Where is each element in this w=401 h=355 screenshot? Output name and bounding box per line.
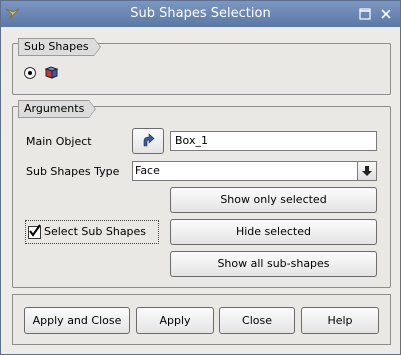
sub-shapes-radio[interactable] [24, 67, 36, 79]
checkmark-icon [29, 224, 41, 237]
apply-and-close-button[interactable]: Apply and Close [24, 307, 130, 334]
dialog-window: Sub Shapes Selection Sub Shapes Argument… [0, 0, 401, 355]
arguments-group-title: Arguments [18, 100, 97, 118]
main-object-select-button[interactable] [132, 128, 164, 154]
main-object-label: Main Object [26, 135, 92, 148]
select-sub-shapes-checkbox[interactable] [28, 224, 41, 239]
help-label: Help [327, 314, 353, 327]
main-object-field[interactable]: Box_1 [170, 131, 377, 151]
apply-button[interactable]: Apply [136, 307, 214, 334]
window-title: Sub Shapes Selection [130, 6, 271, 21]
select-arrow-icon [143, 133, 155, 147]
close-label: Close [242, 314, 272, 327]
maximize-icon[interactable] [358, 7, 372, 21]
close-icon[interactable] [379, 7, 393, 21]
show-all-sub-shapes-button[interactable]: Show all sub-shapes [170, 251, 377, 277]
help-button[interactable]: Help [301, 307, 379, 334]
sub-shapes-type-select[interactable]: Face [132, 161, 377, 181]
dropdown-arrow-button[interactable] [357, 162, 376, 180]
sub-shapes-type-value: Face [135, 164, 160, 177]
show-only-selected-button[interactable]: Show only selected [170, 187, 377, 213]
sub-shapes-group-title: Sub Shapes [18, 38, 101, 56]
close-button[interactable]: Close [219, 307, 295, 334]
select-sub-shapes-label[interactable]: Select Sub Shapes [44, 225, 146, 238]
sub-shapes-type-label: Sub Shapes Type [26, 165, 120, 178]
hide-selected-button[interactable]: Hide selected [170, 219, 377, 245]
apply-label: Apply [159, 314, 191, 327]
box-shape-icon [44, 66, 59, 79]
apply-and-close-label: Apply and Close [32, 314, 122, 327]
title-bar[interactable]: Sub Shapes Selection [1, 1, 400, 27]
dropdown-arrow-icon [362, 166, 372, 176]
